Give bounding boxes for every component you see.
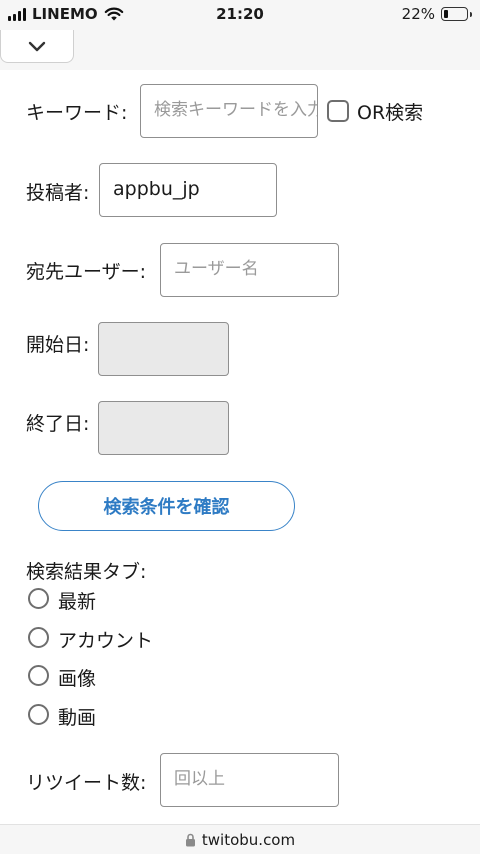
start-date-label: 開始日:: [26, 334, 90, 356]
chevron-down-icon: [28, 41, 46, 51]
or-search-label: OR検索: [357, 102, 424, 124]
panel-toggle-bar: [0, 30, 480, 70]
retweet-count-label: リツイート数:: [26, 772, 147, 794]
status-bar: LINEMO 21:20 22%: [0, 0, 480, 30]
keyword-label: キーワード:: [26, 102, 128, 124]
radio-latest[interactable]: [28, 588, 49, 609]
or-search-checkbox[interactable]: [327, 100, 349, 122]
recipient-label: 宛先ユーザー:: [26, 261, 147, 283]
radio-video-label: 動画: [58, 707, 97, 729]
battery-percent: 22%: [401, 5, 435, 23]
radio-video[interactable]: [28, 704, 49, 725]
retweet-count-input[interactable]: 回以上: [160, 753, 339, 807]
url-bar[interactable]: twitobu.com: [0, 824, 480, 854]
author-label: 投稿者:: [26, 182, 90, 204]
recipient-input[interactable]: ユーザー名: [160, 243, 339, 297]
radio-image-label: 画像: [58, 668, 97, 690]
end-date-input[interactable]: [98, 401, 229, 455]
confirm-search-button[interactable]: 検索条件を確認: [38, 481, 295, 531]
radio-image[interactable]: [28, 665, 49, 686]
start-date-input[interactable]: [98, 322, 229, 376]
url-domain: twitobu.com: [201, 830, 296, 849]
lock-icon: [185, 833, 195, 846]
radio-account-label: アカウント: [58, 630, 154, 652]
status-right: 22%: [401, 5, 472, 23]
collapse-toggle-button[interactable]: [0, 30, 74, 63]
author-input[interactable]: appbu_jp: [99, 163, 277, 217]
keyword-input[interactable]: 検索キーワードを入力: [140, 84, 318, 138]
radio-account[interactable]: [28, 627, 49, 648]
battery-icon: [441, 7, 472, 21]
end-date-label: 終了日:: [26, 413, 90, 435]
radio-latest-label: 最新: [58, 591, 97, 613]
result-tab-label: 検索結果タブ:: [26, 561, 147, 583]
